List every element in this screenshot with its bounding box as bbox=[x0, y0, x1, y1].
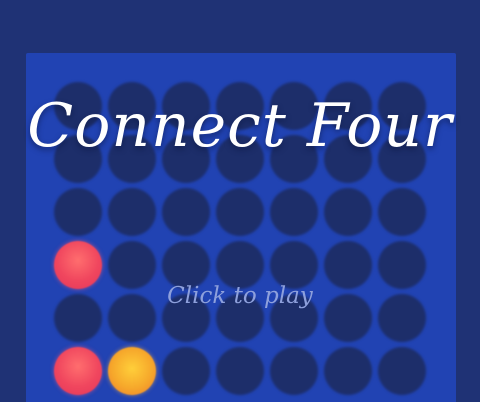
empty-slot bbox=[162, 241, 210, 289]
empty-slot bbox=[324, 347, 372, 395]
empty-slot bbox=[270, 241, 318, 289]
empty-slot bbox=[108, 241, 156, 289]
red-disc bbox=[54, 347, 102, 395]
empty-slot bbox=[54, 188, 102, 236]
game-title: Connect Four bbox=[27, 91, 453, 161]
empty-slot bbox=[270, 347, 318, 395]
empty-slot bbox=[108, 188, 156, 236]
empty-slot bbox=[324, 188, 372, 236]
empty-slot bbox=[162, 188, 210, 236]
click-to-play-prompt[interactable]: Click to play bbox=[0, 283, 480, 309]
empty-slot bbox=[378, 347, 426, 395]
empty-slot bbox=[378, 188, 426, 236]
empty-slot bbox=[216, 241, 264, 289]
game-stage[interactable]: Connect Four Click to play bbox=[0, 0, 480, 402]
empty-slot bbox=[270, 188, 318, 236]
empty-slot bbox=[324, 241, 372, 289]
red-disc bbox=[54, 241, 102, 289]
empty-slot bbox=[216, 347, 264, 395]
yellow-disc bbox=[108, 347, 156, 395]
empty-slot bbox=[216, 188, 264, 236]
empty-slot bbox=[378, 241, 426, 289]
empty-slot bbox=[162, 347, 210, 395]
